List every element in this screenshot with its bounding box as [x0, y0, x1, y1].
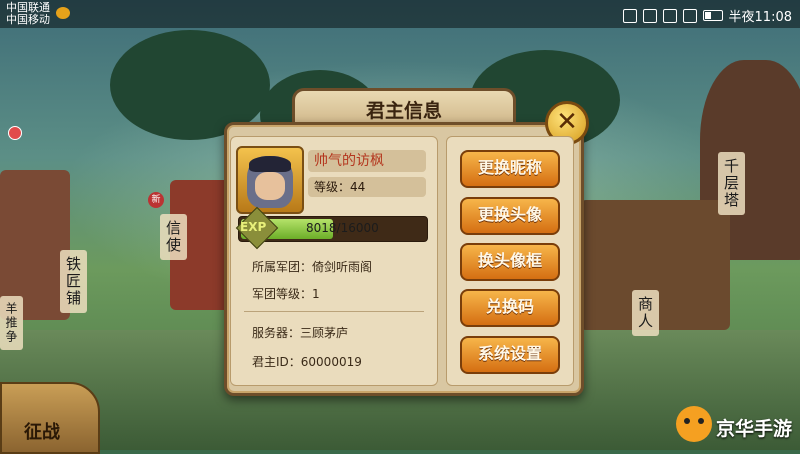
system-settings-button[interactable]: 系统设置	[460, 336, 560, 374]
divider	[244, 311, 424, 312]
notification-dot[interactable]	[8, 126, 22, 140]
exp-value: 8018/16000	[306, 221, 379, 235]
change-avatar-button[interactable]: 更换头像	[460, 197, 560, 235]
hd-icon	[642, 8, 657, 23]
lord-id-info: 君主ID：60000019	[252, 355, 362, 369]
watermark-text: 京华手游	[716, 418, 793, 440]
carrier-info: 中国联通 中国移动	[6, 2, 50, 26]
blacksmith-sign[interactable]: 铁匠铺	[60, 250, 87, 313]
avatar-portrait	[247, 156, 293, 208]
tower-sign[interactable]: 千层塔	[718, 152, 745, 215]
messenger-sign[interactable]: 信使	[160, 214, 187, 260]
player-level: 等级：44	[314, 180, 366, 194]
status-icons: 半夜11:08	[622, 6, 792, 25]
merchant-sign[interactable]: 商人	[632, 290, 659, 336]
weibo-icon	[56, 7, 70, 19]
signal-4g-icon	[682, 8, 697, 23]
carrier-2: 中国移动	[6, 13, 50, 26]
exp-icon: EXP	[235, 206, 279, 250]
battery-icon	[702, 10, 723, 21]
notification-icon	[622, 8, 637, 23]
change-nickname-button[interactable]: 更换昵称	[460, 150, 560, 188]
avatar[interactable]	[236, 146, 304, 214]
exp-label: EXP	[240, 220, 267, 234]
clock: 半夜11:08	[728, 10, 792, 25]
change-avatar-frame-button[interactable]: 换头像框	[460, 243, 560, 281]
watermark: 京华手游	[672, 402, 800, 450]
player-name: 帅气的访枫	[314, 153, 384, 169]
redeem-code-button[interactable]: 兑换码	[460, 289, 560, 327]
legion-info: 所属军团：倚剑听雨阁	[252, 260, 373, 274]
legion-level-info: 军团等级：1	[252, 287, 320, 301]
side-sign[interactable]: 羊推争	[0, 296, 23, 350]
new-badge: 新	[148, 192, 164, 208]
status-bar: 中国联通 中国移动 半夜11:08	[0, 0, 800, 28]
war-button-label[interactable]: 征战	[24, 418, 60, 444]
signal-2g-icon	[662, 8, 677, 23]
server-info: 服务器：三顾茅庐	[252, 326, 349, 340]
watermark-logo-icon	[676, 406, 712, 442]
